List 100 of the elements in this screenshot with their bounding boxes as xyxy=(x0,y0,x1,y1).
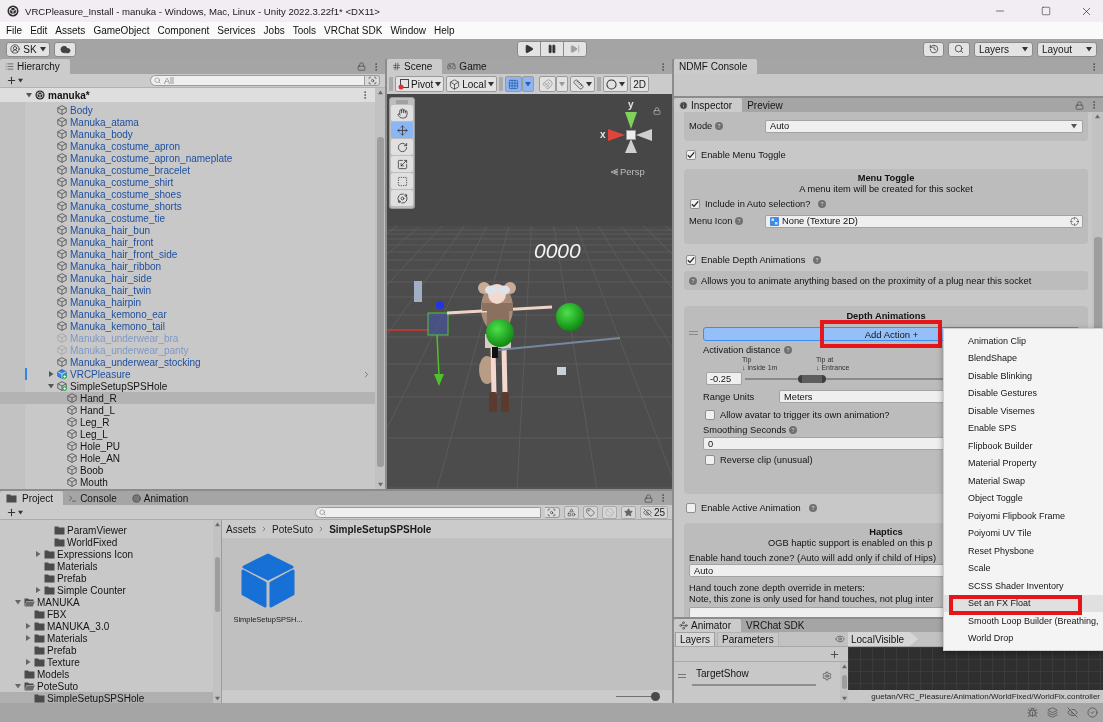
menu-item[interactable]: Object Toggle xyxy=(944,489,1103,507)
eye-off-icon[interactable] xyxy=(1067,707,1078,718)
hierarchy-item[interactable]: Manuka_underwear_stocking xyxy=(0,356,375,368)
breadcrumb-item[interactable]: LocalVisible xyxy=(848,632,919,646)
folder-item[interactable]: PoteSuto xyxy=(0,680,213,692)
scrollbar[interactable] xyxy=(840,662,848,703)
2d-toggle[interactable]: 2D xyxy=(630,76,649,92)
tab[interactable]: Inspector xyxy=(674,98,743,112)
menu-item[interactable]: Poiyomi Flipbook Frame xyxy=(944,507,1103,525)
hierarchy-item[interactable]: Manuka_body xyxy=(0,128,375,140)
hierarchy-item[interactable]: Manuka_hair_ribbon xyxy=(0,260,375,272)
account-dropdown[interactable]: SK xyxy=(6,41,50,57)
folder-item[interactable]: Texture xyxy=(0,656,213,668)
up-arrow-icon[interactable] xyxy=(841,664,847,669)
up-arrow-icon[interactable] xyxy=(377,90,383,95)
favorites-button[interactable] xyxy=(620,505,636,519)
hierarchy-item[interactable]: Hand_R xyxy=(0,392,375,404)
scrollbar-thumb[interactable] xyxy=(376,137,384,467)
caret-right-icon[interactable] xyxy=(25,623,31,629)
breadcrumb-item[interactable]: PoteSuto xyxy=(272,523,314,535)
checkbox[interactable] xyxy=(686,150,696,160)
folder-item[interactable]: Prefab xyxy=(0,572,213,584)
down-arrow-icon[interactable] xyxy=(377,482,383,487)
lock-icon[interactable] xyxy=(653,107,661,115)
hierarchy-item[interactable]: Manuka_costume_apron xyxy=(0,140,375,152)
hand-tool-button[interactable] xyxy=(391,105,413,121)
hierarchy-item[interactable]: Body xyxy=(0,104,375,116)
hierarchy-item[interactable]: Manuka_hair_side xyxy=(0,272,375,284)
shading-dropdown[interactable] xyxy=(603,76,629,92)
folder-item[interactable]: Expressions Icon xyxy=(0,548,213,560)
lock-icon[interactable] xyxy=(357,62,366,71)
hierarchy-item[interactable]: Manuka_hair_bun xyxy=(0,224,375,236)
tab[interactable]: Animation xyxy=(126,491,199,505)
maximize-icon[interactable] xyxy=(1041,6,1051,16)
breadcrumb-item[interactable]: SimpleSetupSPSHole xyxy=(329,523,432,535)
caret-right-icon[interactable] xyxy=(35,551,41,557)
scrollbar-thumb[interactable] xyxy=(841,675,847,689)
hierarchy-item[interactable]: Leg_R xyxy=(0,416,375,428)
checkbox[interactable] xyxy=(686,503,696,513)
orientation-gizmo[interactable] xyxy=(608,112,653,154)
sphere[interactable] xyxy=(486,319,514,347)
menu-item[interactable]: SCSS Shader Inventory xyxy=(944,577,1103,595)
sphere[interactable] xyxy=(556,303,584,331)
rect-tool-button[interactable] xyxy=(391,173,413,189)
tab[interactable]: Hierarchy xyxy=(0,59,70,74)
layout-dropdown[interactable]: Layout xyxy=(1037,41,1097,57)
checkbox[interactable] xyxy=(705,410,715,420)
number-field[interactable]: -0.25 xyxy=(706,372,742,385)
caret-right-icon[interactable] xyxy=(25,659,31,665)
tab[interactable]: Scene xyxy=(387,59,443,74)
chevron-right-icon[interactable] xyxy=(362,369,371,379)
pause-button[interactable] xyxy=(539,41,564,57)
filter-button[interactable] xyxy=(544,506,560,518)
down-arrow-icon[interactable] xyxy=(214,696,220,701)
folder-item[interactable]: SimpleSetupSPSHole xyxy=(0,692,213,703)
menu-item[interactable]: Disable Blinking xyxy=(944,367,1103,385)
menu-item[interactable]: VRChat SDK xyxy=(320,22,387,39)
hierarchy-item[interactable]: VRCPleasure xyxy=(0,368,375,380)
folder-item[interactable]: Materials xyxy=(0,632,213,644)
scene-viewport[interactable]: y x Persp 0000 xyxy=(387,94,672,489)
drag-handle-icon[interactable] xyxy=(689,331,698,335)
grip-icon[interactable] xyxy=(499,77,504,91)
cloud-button[interactable] xyxy=(54,41,76,57)
caret-right-icon[interactable] xyxy=(48,371,54,377)
menu-item[interactable]: GameObject xyxy=(89,22,154,39)
grip-icon[interactable] xyxy=(396,100,408,104)
hierarchy-item[interactable]: Hand_L xyxy=(0,404,375,416)
caret-down-icon[interactable] xyxy=(15,683,21,689)
hierarchy-item[interactable]: Manuka_atama xyxy=(0,116,375,128)
menu-item[interactable]: Jobs xyxy=(259,22,289,39)
tab[interactable]: VRChat SDK xyxy=(741,619,815,632)
filter-button[interactable] xyxy=(365,75,380,86)
rod[interactable] xyxy=(497,337,621,351)
gear-icon[interactable] xyxy=(822,670,832,681)
hierarchy-item[interactable]: Manuka_costume_shirt xyxy=(0,176,375,188)
menu-item[interactable]: BlendShape xyxy=(944,349,1103,367)
menu-item[interactable]: Services xyxy=(213,22,260,39)
lock-icon[interactable] xyxy=(1075,100,1084,110)
scale-tool-button[interactable] xyxy=(391,156,413,172)
space-dropdown[interactable]: Local xyxy=(446,76,498,92)
play-button[interactable] xyxy=(516,41,541,57)
slider-thumb[interactable] xyxy=(651,692,660,701)
hierarchy-item[interactable]: Hole_PU xyxy=(0,440,375,452)
pivot-dropdown[interactable]: Pivot xyxy=(395,76,445,92)
rotate-tool-button[interactable] xyxy=(391,139,413,155)
menu-item[interactable]: Component xyxy=(153,22,214,39)
grip-icon[interactable] xyxy=(597,77,602,91)
hierarchy-item[interactable]: Mouth xyxy=(0,476,375,488)
hierarchy-item[interactable]: Boob xyxy=(0,464,375,476)
folder-item[interactable]: Materials xyxy=(0,560,213,572)
tab[interactable]: NDMF Console xyxy=(674,59,758,74)
caret-right-icon[interactable] xyxy=(25,635,31,641)
search-button[interactable] xyxy=(948,41,970,57)
increment-snap-toggle[interactable] xyxy=(539,76,557,92)
menu-item[interactable]: Edit xyxy=(26,22,52,39)
hierarchy-item[interactable]: Manuka_costume_apron_nameplate xyxy=(0,152,375,164)
tab[interactable]: Project xyxy=(0,491,64,505)
hierarchy-item[interactable]: Manuka_costume_shoes xyxy=(0,188,375,200)
menu-item[interactable]: World Drop xyxy=(944,629,1103,647)
bug-icon[interactable] xyxy=(1027,707,1038,718)
